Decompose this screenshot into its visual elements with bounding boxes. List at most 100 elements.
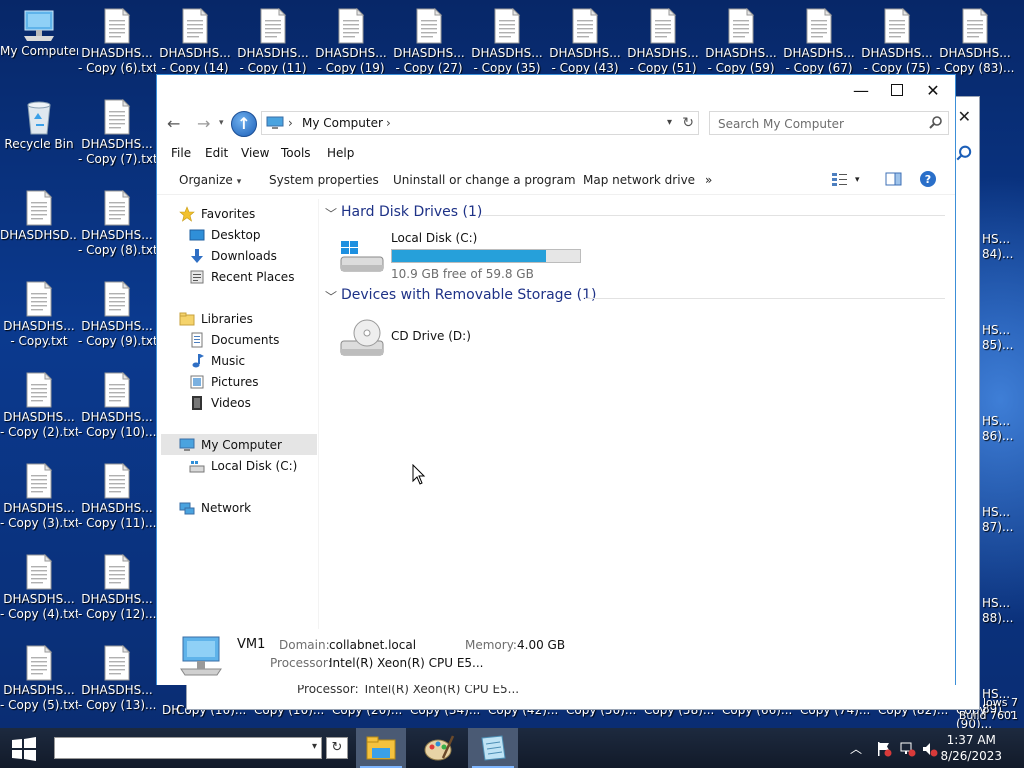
minimize-button[interactable]: — bbox=[843, 75, 879, 105]
desktop-icon-4[interactable]: DHASDHS... - Copy.txt bbox=[0, 275, 78, 363]
taskbar-refresh-button[interactable]: ↻ bbox=[326, 737, 348, 759]
forward-button[interactable]: → bbox=[197, 114, 210, 133]
text-file-icon bbox=[104, 463, 131, 499]
volume-icon[interactable] bbox=[922, 741, 938, 757]
taskbar-paint[interactable] bbox=[414, 728, 464, 768]
action-center-flag-icon[interactable] bbox=[876, 741, 892, 757]
nav-videos[interactable]: Videos bbox=[157, 392, 317, 413]
explorer-window[interactable]: — ✕ ← → ▾ ↑ › My Computer › ▾ ↻ Search M… bbox=[156, 74, 956, 685]
show-hidden-icons-button[interactable]: ︿ bbox=[850, 740, 862, 757]
desktop-icon bbox=[189, 229, 205, 241]
desktop-icon-label: DHASDHS... bbox=[3, 319, 75, 333]
text-file-icon bbox=[806, 8, 833, 44]
taskbar: ▾ ↻ ︿ 1:37 AM 8/26/2023 bbox=[0, 728, 1024, 768]
recent-pages-dropdown[interactable]: ▾ bbox=[219, 118, 224, 128]
cd-drive-icon bbox=[340, 319, 384, 356]
text-file-icon bbox=[104, 99, 131, 135]
start-button[interactable] bbox=[6, 736, 40, 762]
chevron-down-icon[interactable]: ▾ bbox=[312, 741, 317, 752]
nav-downloads[interactable]: Downloads bbox=[157, 245, 317, 266]
nav-local-disk[interactable]: Local Disk (C:) bbox=[157, 455, 317, 476]
desktop-icon-6[interactable]: DHASDHS... - Copy (3).txt bbox=[0, 457, 78, 545]
menu-tools[interactable]: Tools bbox=[281, 146, 311, 160]
back-button[interactable]: ← bbox=[167, 114, 180, 133]
desktop-file-col2-4[interactable]: DHASDHS... - Copy (9).txt bbox=[78, 275, 156, 363]
search-box[interactable]: Search My Computer bbox=[709, 111, 949, 135]
collapse-chevron-icon[interactable]: ﹀ bbox=[325, 205, 337, 222]
nav-music[interactable]: Music bbox=[157, 350, 317, 371]
desktop-icon-7[interactable]: DHASDHS... - Copy (4).txt bbox=[0, 548, 78, 636]
desktop-icon-label: - Copy (7).txt bbox=[78, 152, 156, 166]
desktop-icon-label: DHASDHS... bbox=[3, 410, 75, 424]
system-properties-button[interactable]: System properties bbox=[269, 173, 379, 187]
desktop-icon-label: DHASDHS... bbox=[81, 46, 153, 60]
title-bar[interactable]: — ✕ bbox=[157, 75, 955, 105]
text-file-icon bbox=[884, 8, 911, 44]
close-button[interactable]: ✕ bbox=[915, 75, 951, 105]
group-hard-disk-drives[interactable]: ﹀ Hard Disk Drives (1) bbox=[325, 203, 945, 225]
menu-edit[interactable]: Edit bbox=[205, 146, 228, 160]
desktop-icon-label: DHASDHS... bbox=[627, 46, 699, 60]
address-bar[interactable]: › My Computer › ▾ ↻ bbox=[261, 111, 699, 135]
change-view-button[interactable] bbox=[831, 171, 849, 190]
text-file-icon bbox=[104, 281, 131, 317]
desktop-icon-label: HS... bbox=[982, 323, 1011, 337]
more-commands-button[interactable]: » bbox=[705, 173, 712, 187]
back-close-icon[interactable]: ✕ bbox=[958, 107, 971, 126]
nav-network[interactable]: Network bbox=[157, 497, 317, 518]
desktop-file-col2-1[interactable]: DHASDHS... - Copy (6).txt bbox=[78, 2, 156, 90]
desktop-icon-2[interactable]: Recycle Bin bbox=[0, 93, 78, 181]
collapse-chevron-icon[interactable]: ﹀ bbox=[325, 288, 337, 305]
menu-view[interactable]: View bbox=[241, 146, 269, 160]
taskbar-file-explorer[interactable] bbox=[356, 728, 406, 768]
desktop-icon-5[interactable]: DHASDHS... - Copy (2).txt bbox=[0, 366, 78, 454]
refresh-button[interactable]: ↻ bbox=[682, 115, 694, 131]
organize-button[interactable]: Organize ▾ bbox=[179, 173, 241, 187]
desktop-file-col2-3[interactable]: DHASDHS... - Copy (8).txt bbox=[78, 184, 156, 272]
map-network-drive-button[interactable]: Map network drive bbox=[583, 173, 695, 187]
desktop-icon-label: 88)... bbox=[982, 611, 1014, 625]
help-button[interactable]: ? bbox=[919, 170, 937, 191]
back-search-icon bbox=[956, 145, 972, 161]
breadcrumb-my-computer[interactable]: My Computer bbox=[302, 116, 383, 130]
nav-favorites[interactable]: Favorites bbox=[157, 203, 317, 224]
menu-file[interactable]: File bbox=[171, 146, 191, 160]
desktop-file-col2-7[interactable]: DHASDHS... - Copy (12)... bbox=[78, 548, 156, 636]
desktop-icon-label: DHASDHS... bbox=[81, 319, 153, 333]
desktop-icon-label: DHASDHS... bbox=[861, 46, 933, 60]
taskbar-notepad[interactable] bbox=[468, 728, 518, 768]
menu-help[interactable]: Help bbox=[327, 146, 354, 160]
breadcrumb-chevron[interactable]: › bbox=[386, 116, 391, 130]
nav-recent-places[interactable]: Recent Places bbox=[157, 266, 317, 287]
search-icon[interactable] bbox=[928, 115, 944, 131]
folder-icon bbox=[366, 736, 396, 760]
view-dropdown-icon[interactable]: ▾ bbox=[855, 175, 860, 185]
network-tray-icon[interactable] bbox=[900, 741, 916, 757]
desktop-icon-3[interactable]: DHASDHSD... bbox=[0, 184, 78, 272]
desktop-file-col2-6[interactable]: DHASDHS... - Copy (11)... bbox=[78, 457, 156, 545]
system-clock[interactable]: 1:37 AM 8/26/2023 bbox=[940, 732, 1002, 764]
desktop-icon-8[interactable]: DHASDHS... - Copy (5).txt bbox=[0, 639, 78, 727]
up-button[interactable]: ↑ bbox=[231, 111, 257, 137]
preview-pane-button[interactable] bbox=[885, 171, 903, 190]
desktop-file-col2-8[interactable]: DHASDHS... - Copy (13)... bbox=[78, 639, 156, 727]
desktop-icon-label: - Copy (13)... bbox=[78, 698, 156, 712]
group-removable-storage[interactable]: ﹀ Devices with Removable Storage (1) bbox=[325, 286, 945, 308]
memory-value: 4.00 GB bbox=[517, 638, 566, 652]
desktop-file-col2-2[interactable]: DHASDHS... - Copy (7).txt bbox=[78, 93, 156, 181]
taskbar-address-input[interactable]: ▾ bbox=[54, 737, 322, 759]
nav-pictures[interactable]: Pictures bbox=[157, 371, 317, 392]
desktop-file-col2-5[interactable]: DHASDHS... - Copy (10)... bbox=[78, 366, 156, 454]
nav-my-computer[interactable]: My Computer bbox=[161, 434, 317, 455]
memory-label: Memory: bbox=[465, 638, 517, 652]
maximize-button[interactable] bbox=[879, 75, 915, 105]
drive-cd-d[interactable]: CD Drive (D:) bbox=[339, 315, 539, 361]
address-dropdown-icon[interactable]: ▾ bbox=[667, 117, 672, 128]
uninstall-program-button[interactable]: Uninstall or change a program bbox=[393, 173, 576, 187]
desktop-icon-1[interactable]: My Computer bbox=[0, 2, 78, 90]
text-file-icon bbox=[104, 554, 131, 590]
nav-documents[interactable]: Documents bbox=[157, 329, 317, 350]
drive-local-disk-c[interactable]: Local Disk (C:) 10.9 GB free of 59.8 GB bbox=[339, 231, 599, 281]
nav-desktop[interactable]: Desktop bbox=[157, 224, 317, 245]
nav-libraries[interactable]: Libraries bbox=[157, 308, 317, 329]
